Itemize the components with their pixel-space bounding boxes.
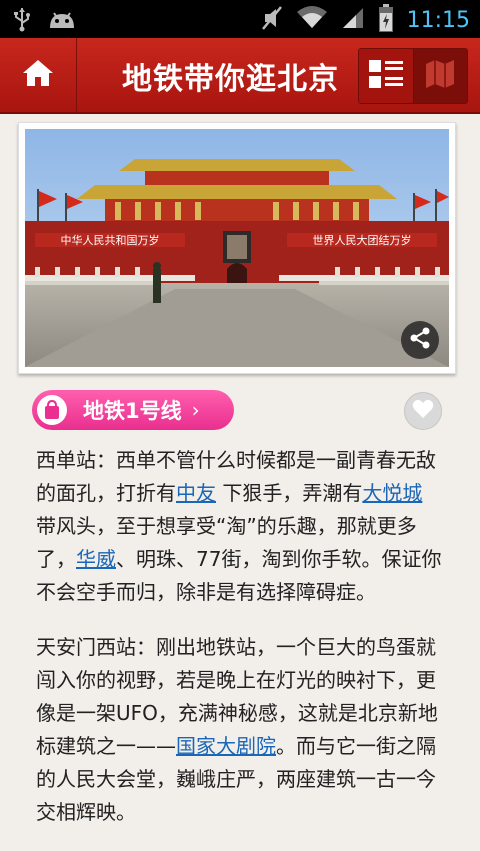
usb-icon [12, 6, 32, 36]
page-title: 地铁带你逛北京 [122, 62, 339, 97]
place-link[interactable]: 国家大剧院 [176, 734, 276, 758]
article-paragraph: 天安门西站：刚出地铁站，一个巨大的鸟蛋就闯入你的视野，若是晚上在灯光的映衬下，更… [36, 631, 448, 829]
list-view-icon [368, 59, 403, 93]
right-banner-text: 世界人民大团结万岁 [313, 233, 412, 247]
tiananmen-photo: 中华人民共和国万岁 世界人民大团结万岁 [25, 129, 449, 367]
view-toggle [358, 48, 468, 104]
heart-icon [412, 399, 434, 423]
article-paragraph: 西单站：西单不管什么时候都是一副青春无敌的面孔，打折有中友 下狠手，弄潮有大悦城… [36, 444, 448, 609]
share-icon [409, 327, 431, 353]
share-button[interactable] [401, 321, 439, 359]
map-view-icon [425, 59, 455, 93]
battery-icon [378, 4, 393, 36]
map-view-button[interactable] [413, 49, 467, 103]
status-bar: 11:15 [0, 0, 480, 38]
place-link[interactable]: 中友 [176, 481, 216, 505]
shopping-bag-icon [37, 395, 67, 425]
android-debug-icon [48, 8, 76, 34]
signal-icon [341, 6, 365, 34]
text-segment: 下狠手，弄潮有 [216, 481, 363, 505]
clock: 11:15 [406, 7, 470, 33]
article-body: 西单站：西单不管什么时候都是一副青春无敌的面孔，打折有中友 下狠手，弄潮有大悦城… [36, 444, 448, 851]
wifi-icon [296, 6, 327, 34]
left-banner-text: 中华人民共和国万岁 [61, 233, 160, 247]
metro-line-button[interactable]: 地铁1号线 › [32, 390, 234, 430]
place-link[interactable]: 大悦城 [362, 481, 422, 505]
list-view-button[interactable] [359, 49, 414, 103]
hero-image-card: 中华人民共和国万岁 世界人民大团结万岁 [18, 122, 456, 374]
mute-icon [261, 5, 283, 35]
app-header: 地铁带你逛北京 [0, 38, 480, 114]
place-link[interactable]: 华威 [76, 547, 116, 571]
chevron-right-icon: › [191, 398, 200, 422]
home-icon [21, 58, 55, 92]
home-button[interactable] [0, 38, 77, 112]
favorite-button[interactable] [404, 392, 442, 430]
metro-line-label: 地铁1号线 [83, 399, 182, 423]
